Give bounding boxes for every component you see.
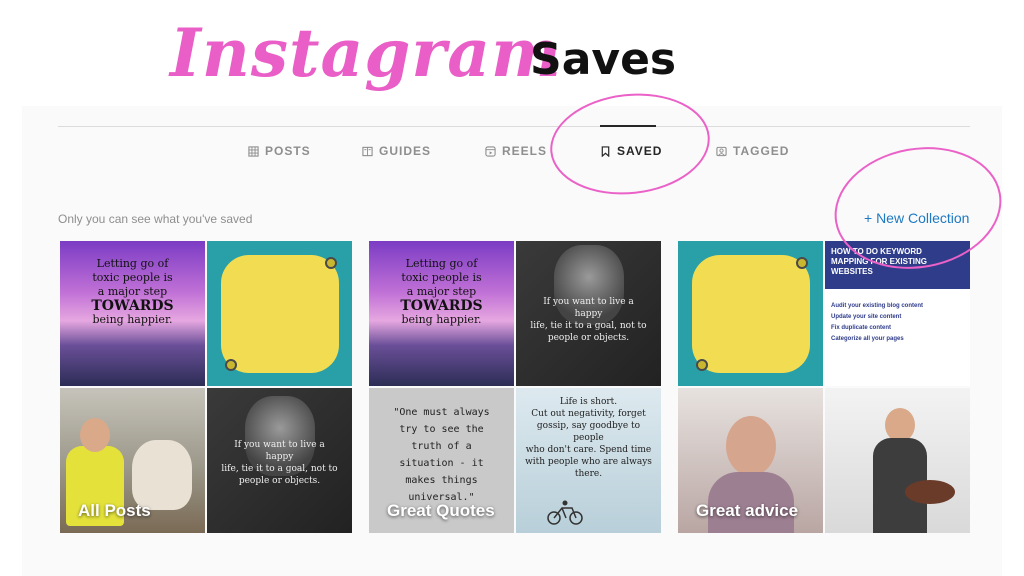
title-saves: Saves [530,34,677,85]
tab-reels[interactable]: REELS [485,144,547,158]
tab-guides[interactable]: GUIDES [362,144,431,158]
collection-label: Great advice [696,501,799,520]
thumb-life-is-short: Life is short. Cut out negativity, forge… [516,388,661,533]
person-head [885,408,915,442]
thumb-yellow-quote [207,241,352,386]
decor-dot [696,359,708,371]
einstein-quote-text: If you want to live a happy life, tie it… [221,440,338,486]
cyclist-icon [547,500,583,525]
toxic-quote-text: Letting go of toxic people is a major st… [91,257,174,326]
thumb-yellow-quote [678,241,823,386]
tab-guides-label: GUIDES [379,144,432,158]
reels-icon [485,145,496,157]
thumb-toxic-people: Letting go of toxic people is a major st… [60,241,205,386]
title-instagram: Instagram [170,14,562,92]
decor-dot [225,359,237,371]
person-head [726,416,776,476]
dog [132,440,192,510]
quote-bubble [221,255,339,373]
saved-privacy-note: Only you can see what you've saved [58,212,253,226]
decor-dot [796,257,808,269]
collection-label: All Posts [78,501,151,520]
quote-bubble [692,255,810,373]
profile-panel: POSTS GUIDES REELS SAVED TAGGED Only you… [22,85,1012,576]
tab-posts[interactable]: POSTS [248,144,311,158]
toxic-quote-text: Letting go of toxic people is a major st… [400,257,483,326]
grid-icon [248,145,259,157]
cupcake-tray [905,480,955,504]
thumb-einstein: If you want to live a happy life, tie it… [516,241,661,386]
collection-label: Great Quotes [387,501,495,520]
collection-great-quotes[interactable]: Letting go of toxic people is a major st… [369,241,661,533]
tab-tagged[interactable]: TAGGED [716,144,789,158]
person-head [80,418,110,452]
thumb-toxic-people: Letting go of toxic people is a major st… [369,241,514,386]
collection-great-advice[interactable]: HOW TO DO KEYWORD MAPPING FOR EXISTING W… [678,241,970,533]
guide-icon [362,146,373,156]
tab-posts-label: POSTS [265,144,311,158]
tab-divider [58,126,970,127]
blog-checklist: Audit your existing blog content Update … [831,303,923,342]
tab-reels-label: REELS [502,144,548,158]
einstein-quote-text: If you want to live a happy life, tie it… [530,297,647,343]
truth-quote-text: "One must always try to see the truth of… [393,407,490,503]
thumb-kitchen-baking [825,388,970,533]
decor-dot [325,257,337,269]
tagged-icon [716,146,727,156]
tab-tagged-label: TAGGED [733,144,790,158]
thumb-einstein: If you want to live a happy life, tie it… [207,388,352,533]
life-quote-text: Life is short. Cut out negativity, forge… [525,397,652,479]
highlight-circle-saved [545,85,715,203]
collection-all-posts[interactable]: Letting go of toxic people is a major st… [60,241,352,533]
